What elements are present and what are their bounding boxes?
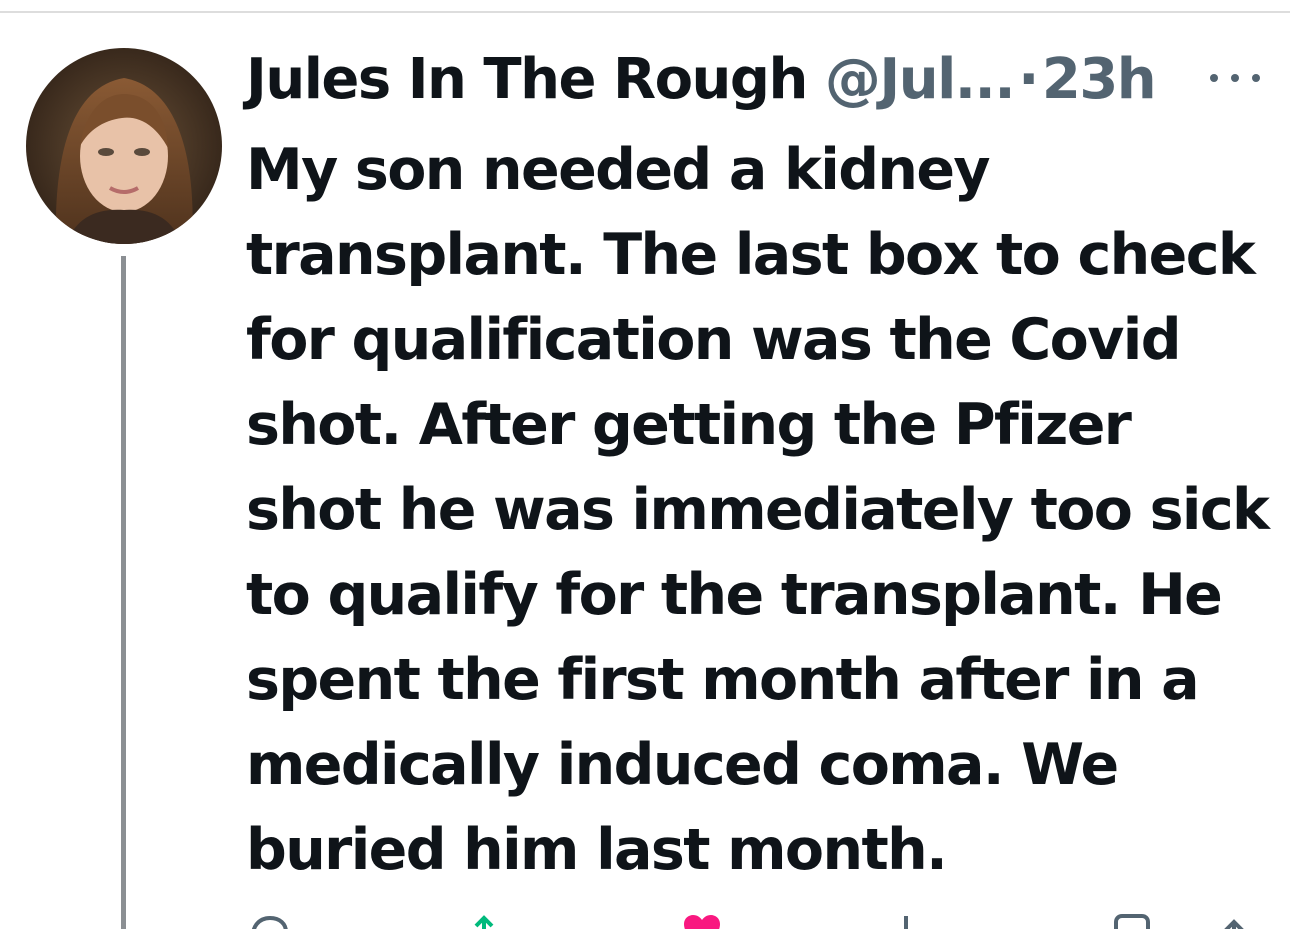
- timestamp[interactable]: 23h: [1042, 44, 1157, 116]
- retweet-icon[interactable]: [470, 912, 514, 929]
- more-dot: [1210, 74, 1218, 82]
- action-bar: [246, 912, 1276, 929]
- tweet-header: Jules In The Rough @Jul... · 23h: [246, 44, 1286, 116]
- more-dot: [1252, 74, 1260, 82]
- thread-line: [121, 256, 126, 929]
- avatar-image: [26, 48, 222, 244]
- views-icon[interactable]: [886, 912, 930, 929]
- reply-icon[interactable]: [246, 912, 290, 929]
- separator-dot: ·: [1018, 47, 1039, 112]
- more-dot: [1231, 74, 1239, 82]
- more-horizontal-icon[interactable]: [1210, 66, 1260, 90]
- tweet-text: My son needed a kidney transplant. The l…: [246, 137, 1270, 883]
- heart-icon[interactable]: [680, 912, 724, 929]
- share-icon[interactable]: [1216, 912, 1260, 929]
- user-handle[interactable]: @Jul...: [825, 44, 1016, 116]
- display-name[interactable]: Jules In The Rough: [246, 44, 808, 116]
- avatar[interactable]: [26, 48, 222, 244]
- bookmark-icon[interactable]: [1110, 912, 1154, 929]
- top-divider: [0, 11, 1290, 13]
